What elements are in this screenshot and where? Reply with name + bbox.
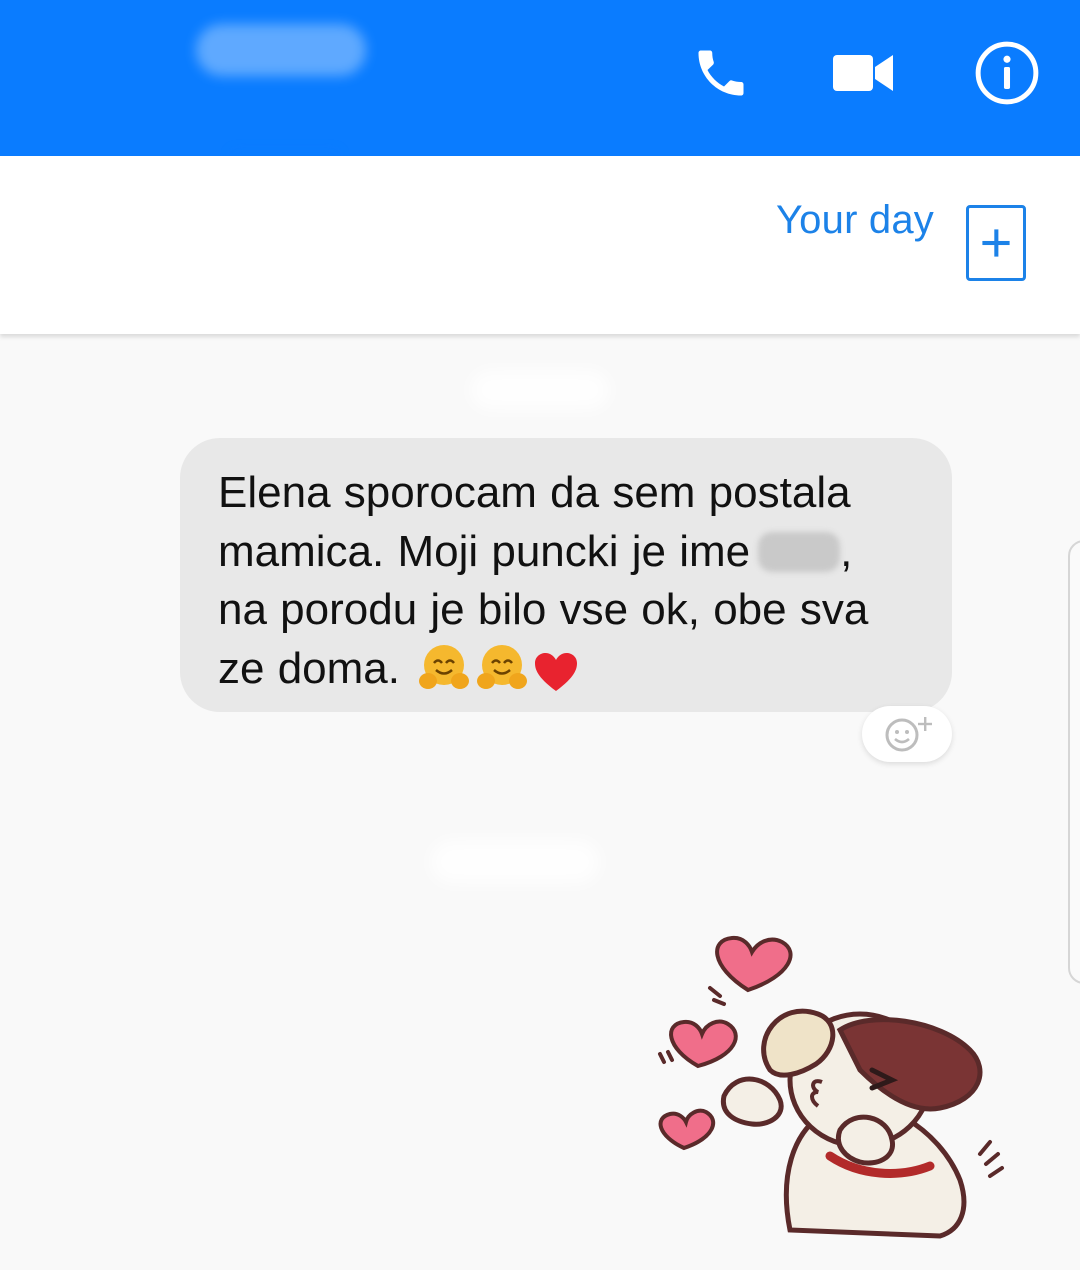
hugging-face-emoji [419,644,470,689]
video-camera-icon [833,55,893,91]
redacted-name [758,531,841,572]
heart-sticker-part [669,1019,738,1069]
kissing-dog-hearts-sticker[interactable] [640,930,1020,1240]
hugging-face-emoji [477,644,528,689]
red-heart-emoji [535,652,578,691]
message-punctuation: , [840,526,853,576]
your-day-label[interactable]: Your day [776,198,934,243]
heart-sticker-part [658,1108,716,1151]
phone-icon [698,50,744,96]
message-line: Elena sporocam da sem postala [218,468,851,517]
info-button[interactable] [972,40,1042,106]
message-line: mamica. Moji puncki je ime [218,526,751,576]
your-day-bar: Your day [0,156,1080,334]
video-call-button[interactable] [828,40,898,106]
message-line-with-redaction: mamica. Moji puncki je ime, [218,523,922,582]
heart-sticker-part [715,935,793,993]
plus-icon [982,229,1010,257]
contact-name-redacted[interactable] [196,24,366,76]
add-reaction-button[interactable] [862,706,952,762]
redacted-timestamp [470,370,610,410]
message-line: ze doma. [218,643,400,693]
add-reaction-icon [885,717,932,752]
info-icon [975,41,1039,105]
received-message-bubble[interactable]: Elena sporocam da sem postala mamica. Mo… [180,438,952,712]
call-button[interactable] [686,40,756,106]
chat-header [0,0,1080,156]
scroll-handle[interactable] [1068,540,1080,984]
message-line: na porodu je bilo vse ok, obe sva [218,585,869,634]
add-to-your-day-button[interactable] [966,205,1026,281]
message-last-line: ze doma. [218,640,922,699]
redacted-timestamp [430,840,600,884]
